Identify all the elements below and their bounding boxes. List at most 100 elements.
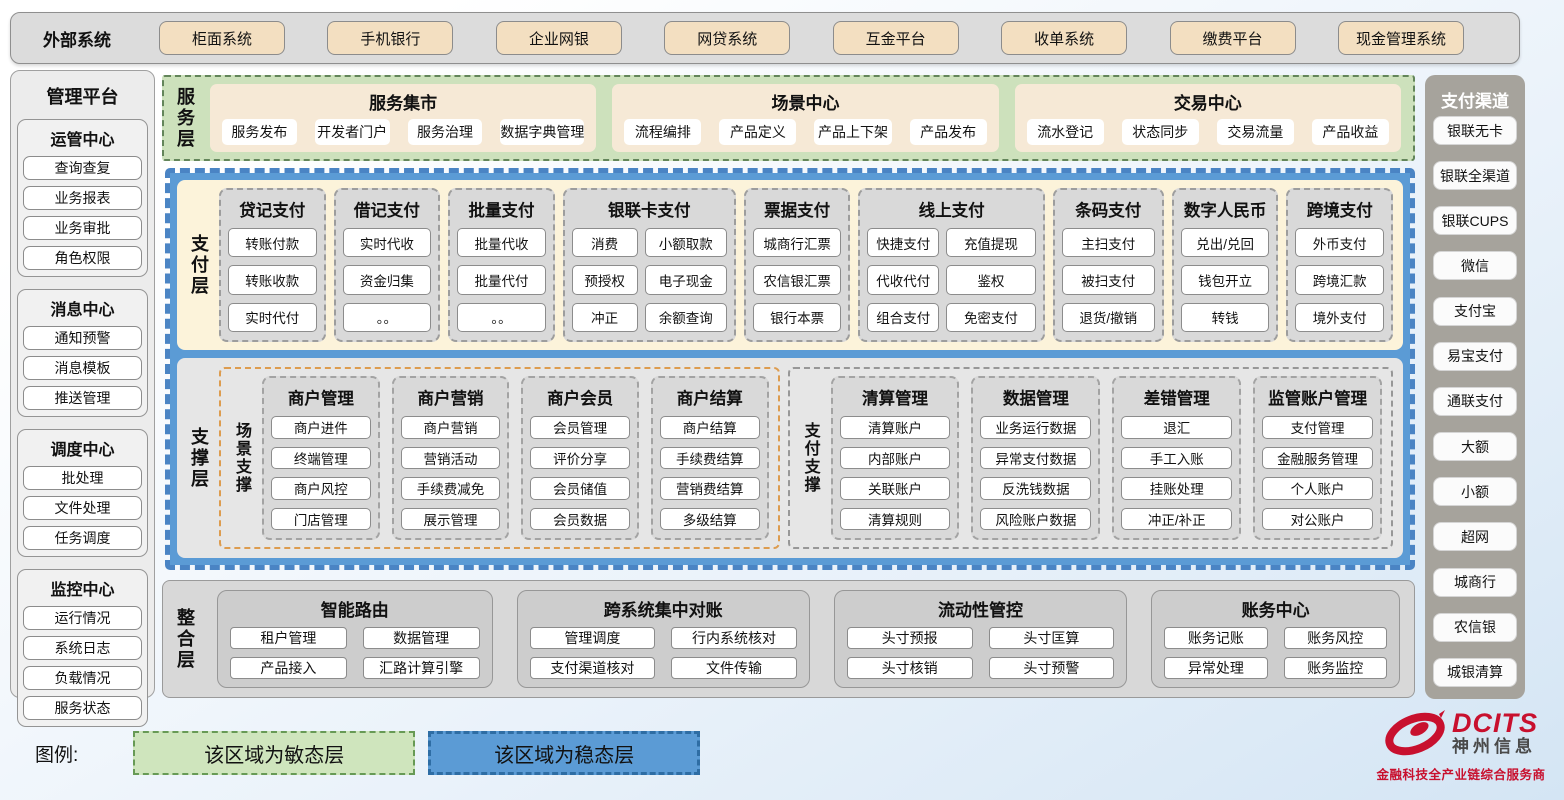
scene-support-button[interactable]: 手续费减免 xyxy=(401,477,501,500)
payment-function-button[interactable]: 实时代收 xyxy=(343,228,432,257)
payment-channel-button[interactable]: 大额 xyxy=(1433,432,1517,461)
management-function-button[interactable]: 通知预警 xyxy=(23,326,142,350)
external-system-button[interactable]: 网贷系统 xyxy=(664,21,790,55)
payment-function-button[interactable]: 组合支付 xyxy=(867,303,939,332)
payment-function-button[interactable]: 冲正 xyxy=(572,303,638,332)
payment-support-button[interactable]: 关联账户 xyxy=(840,477,951,500)
integration-function-button[interactable]: 头寸预警 xyxy=(989,657,1115,679)
integration-function-button[interactable]: 汇路计算引擎 xyxy=(363,657,480,679)
payment-function-button[interactable]: 被扫支付 xyxy=(1062,265,1155,294)
scene-support-button[interactable]: 终端管理 xyxy=(271,447,371,470)
service-function-button[interactable]: 服务发布 xyxy=(222,119,297,145)
service-function-button[interactable]: 产品收益 xyxy=(1312,119,1389,145)
service-function-button[interactable]: 产品上下架 xyxy=(814,119,891,145)
service-function-button[interactable]: 交易流量 xyxy=(1217,119,1294,145)
service-function-button[interactable]: 数据字典管理 xyxy=(500,119,584,145)
scene-support-button[interactable]: 多级结算 xyxy=(660,508,760,531)
payment-channel-button[interactable]: 超网 xyxy=(1433,522,1517,551)
payment-channel-button[interactable]: 银联无卡 xyxy=(1433,116,1517,145)
payment-channel-button[interactable]: 银联全渠道 xyxy=(1433,161,1517,190)
payment-function-button[interactable]: 。。 xyxy=(343,303,432,332)
management-function-button[interactable]: 消息模板 xyxy=(23,356,142,380)
payment-function-button[interactable]: 快捷支付 xyxy=(867,228,939,257)
scene-support-button[interactable]: 商户结算 xyxy=(660,416,760,439)
payment-function-button[interactable]: 余额查询 xyxy=(645,303,727,332)
integration-function-button[interactable]: 头寸预报 xyxy=(847,627,973,649)
payment-function-button[interactable]: 批量代付 xyxy=(457,265,546,294)
payment-function-button[interactable]: 转钱 xyxy=(1181,303,1270,332)
payment-function-button[interactable]: 农信银汇票 xyxy=(753,265,842,294)
payment-function-button[interactable]: 批量代收 xyxy=(457,228,546,257)
service-function-button[interactable]: 产品定义 xyxy=(719,119,796,145)
management-function-button[interactable]: 任务调度 xyxy=(23,526,142,550)
payment-function-button[interactable]: 外币支付 xyxy=(1295,228,1384,257)
payment-support-button[interactable]: 清算规则 xyxy=(840,508,951,531)
payment-channel-button[interactable]: 易宝支付 xyxy=(1433,342,1517,371)
payment-channel-button[interactable]: 微信 xyxy=(1433,251,1517,280)
service-function-button[interactable]: 流程编排 xyxy=(624,119,701,145)
payment-support-button[interactable]: 退汇 xyxy=(1121,416,1232,439)
external-system-button[interactable]: 互金平台 xyxy=(833,21,959,55)
management-function-button[interactable]: 批处理 xyxy=(23,466,142,490)
payment-channel-button[interactable]: 通联支付 xyxy=(1433,387,1517,416)
integration-function-button[interactable]: 头寸匡算 xyxy=(989,627,1115,649)
management-function-button[interactable]: 角色权限 xyxy=(23,246,142,270)
service-function-button[interactable]: 服务治理 xyxy=(408,119,483,145)
management-function-button[interactable]: 服务状态 xyxy=(23,696,142,720)
integration-function-button[interactable]: 数据管理 xyxy=(363,627,480,649)
scene-support-button[interactable]: 手续费结算 xyxy=(660,447,760,470)
payment-function-button[interactable]: 城商行汇票 xyxy=(753,228,842,257)
scene-support-button[interactable]: 会员数据 xyxy=(530,508,630,531)
payment-function-button[interactable]: 退货/撤销 xyxy=(1062,303,1155,332)
service-function-button[interactable]: 流水登记 xyxy=(1027,119,1104,145)
payment-support-button[interactable]: 支付管理 xyxy=(1262,416,1373,439)
payment-support-button[interactable]: 反洗钱数据 xyxy=(980,477,1091,500)
management-function-button[interactable]: 查询查复 xyxy=(23,156,142,180)
payment-support-button[interactable]: 内部账户 xyxy=(840,447,951,470)
payment-function-button[interactable]: 实时代付 xyxy=(228,303,317,332)
payment-function-button[interactable]: 鉴权 xyxy=(946,265,1036,294)
integration-function-button[interactable]: 文件传输 xyxy=(671,657,797,679)
scene-support-button[interactable]: 营销费结算 xyxy=(660,477,760,500)
management-function-button[interactable]: 负载情况 xyxy=(23,666,142,690)
payment-support-button[interactable]: 个人账户 xyxy=(1262,477,1373,500)
payment-channel-button[interactable]: 城银清算 xyxy=(1433,658,1517,687)
integration-function-button[interactable]: 支付渠道核对 xyxy=(530,657,656,679)
scene-support-button[interactable]: 展示管理 xyxy=(401,508,501,531)
payment-function-button[interactable]: 钱包开立 xyxy=(1181,265,1270,294)
external-system-button[interactable]: 手机银行 xyxy=(327,21,453,55)
integration-function-button[interactable]: 账务记账 xyxy=(1164,627,1267,649)
payment-function-button[interactable]: 小额取款 xyxy=(645,228,727,257)
scene-support-button[interactable]: 评价分享 xyxy=(530,447,630,470)
scene-support-button[interactable]: 会员管理 xyxy=(530,416,630,439)
payment-support-button[interactable]: 风险账户数据 xyxy=(980,508,1091,531)
payment-support-button[interactable]: 业务运行数据 xyxy=(980,416,1091,439)
management-function-button[interactable]: 业务报表 xyxy=(23,186,142,210)
payment-function-button[interactable]: 预授权 xyxy=(572,265,638,294)
external-system-button[interactable]: 收单系统 xyxy=(1001,21,1127,55)
payment-channel-button[interactable]: 银联CUPS xyxy=(1433,206,1517,235)
scene-support-button[interactable]: 会员储值 xyxy=(530,477,630,500)
payment-function-button[interactable]: 充值提现 xyxy=(946,228,1036,257)
payment-support-button[interactable]: 挂账处理 xyxy=(1121,477,1232,500)
service-function-button[interactable]: 状态同步 xyxy=(1122,119,1199,145)
integration-function-button[interactable]: 产品接入 xyxy=(230,657,347,679)
service-function-button[interactable]: 开发者门户 xyxy=(315,119,390,145)
payment-function-button[interactable]: 电子现金 xyxy=(645,265,727,294)
management-function-button[interactable]: 系统日志 xyxy=(23,636,142,660)
integration-function-button[interactable]: 异常处理 xyxy=(1164,657,1267,679)
integration-function-button[interactable]: 租户管理 xyxy=(230,627,347,649)
payment-support-button[interactable]: 冲正/补正 xyxy=(1121,508,1232,531)
payment-function-button[interactable]: 免密支付 xyxy=(946,303,1036,332)
payment-function-button[interactable]: 兑出/兑回 xyxy=(1181,228,1270,257)
payment-function-button[interactable]: 主扫支付 xyxy=(1062,228,1155,257)
external-system-button[interactable]: 柜面系统 xyxy=(159,21,285,55)
payment-support-button[interactable]: 手工入账 xyxy=(1121,447,1232,470)
payment-function-button[interactable]: 代收代付 xyxy=(867,265,939,294)
payment-function-button[interactable]: 消费 xyxy=(572,228,638,257)
payment-channel-button[interactable]: 小额 xyxy=(1433,477,1517,506)
payment-support-button[interactable]: 清算账户 xyxy=(840,416,951,439)
scene-support-button[interactable]: 营销活动 xyxy=(401,447,501,470)
payment-function-button[interactable]: 银行本票 xyxy=(753,303,842,332)
scene-support-button[interactable]: 商户进件 xyxy=(271,416,371,439)
